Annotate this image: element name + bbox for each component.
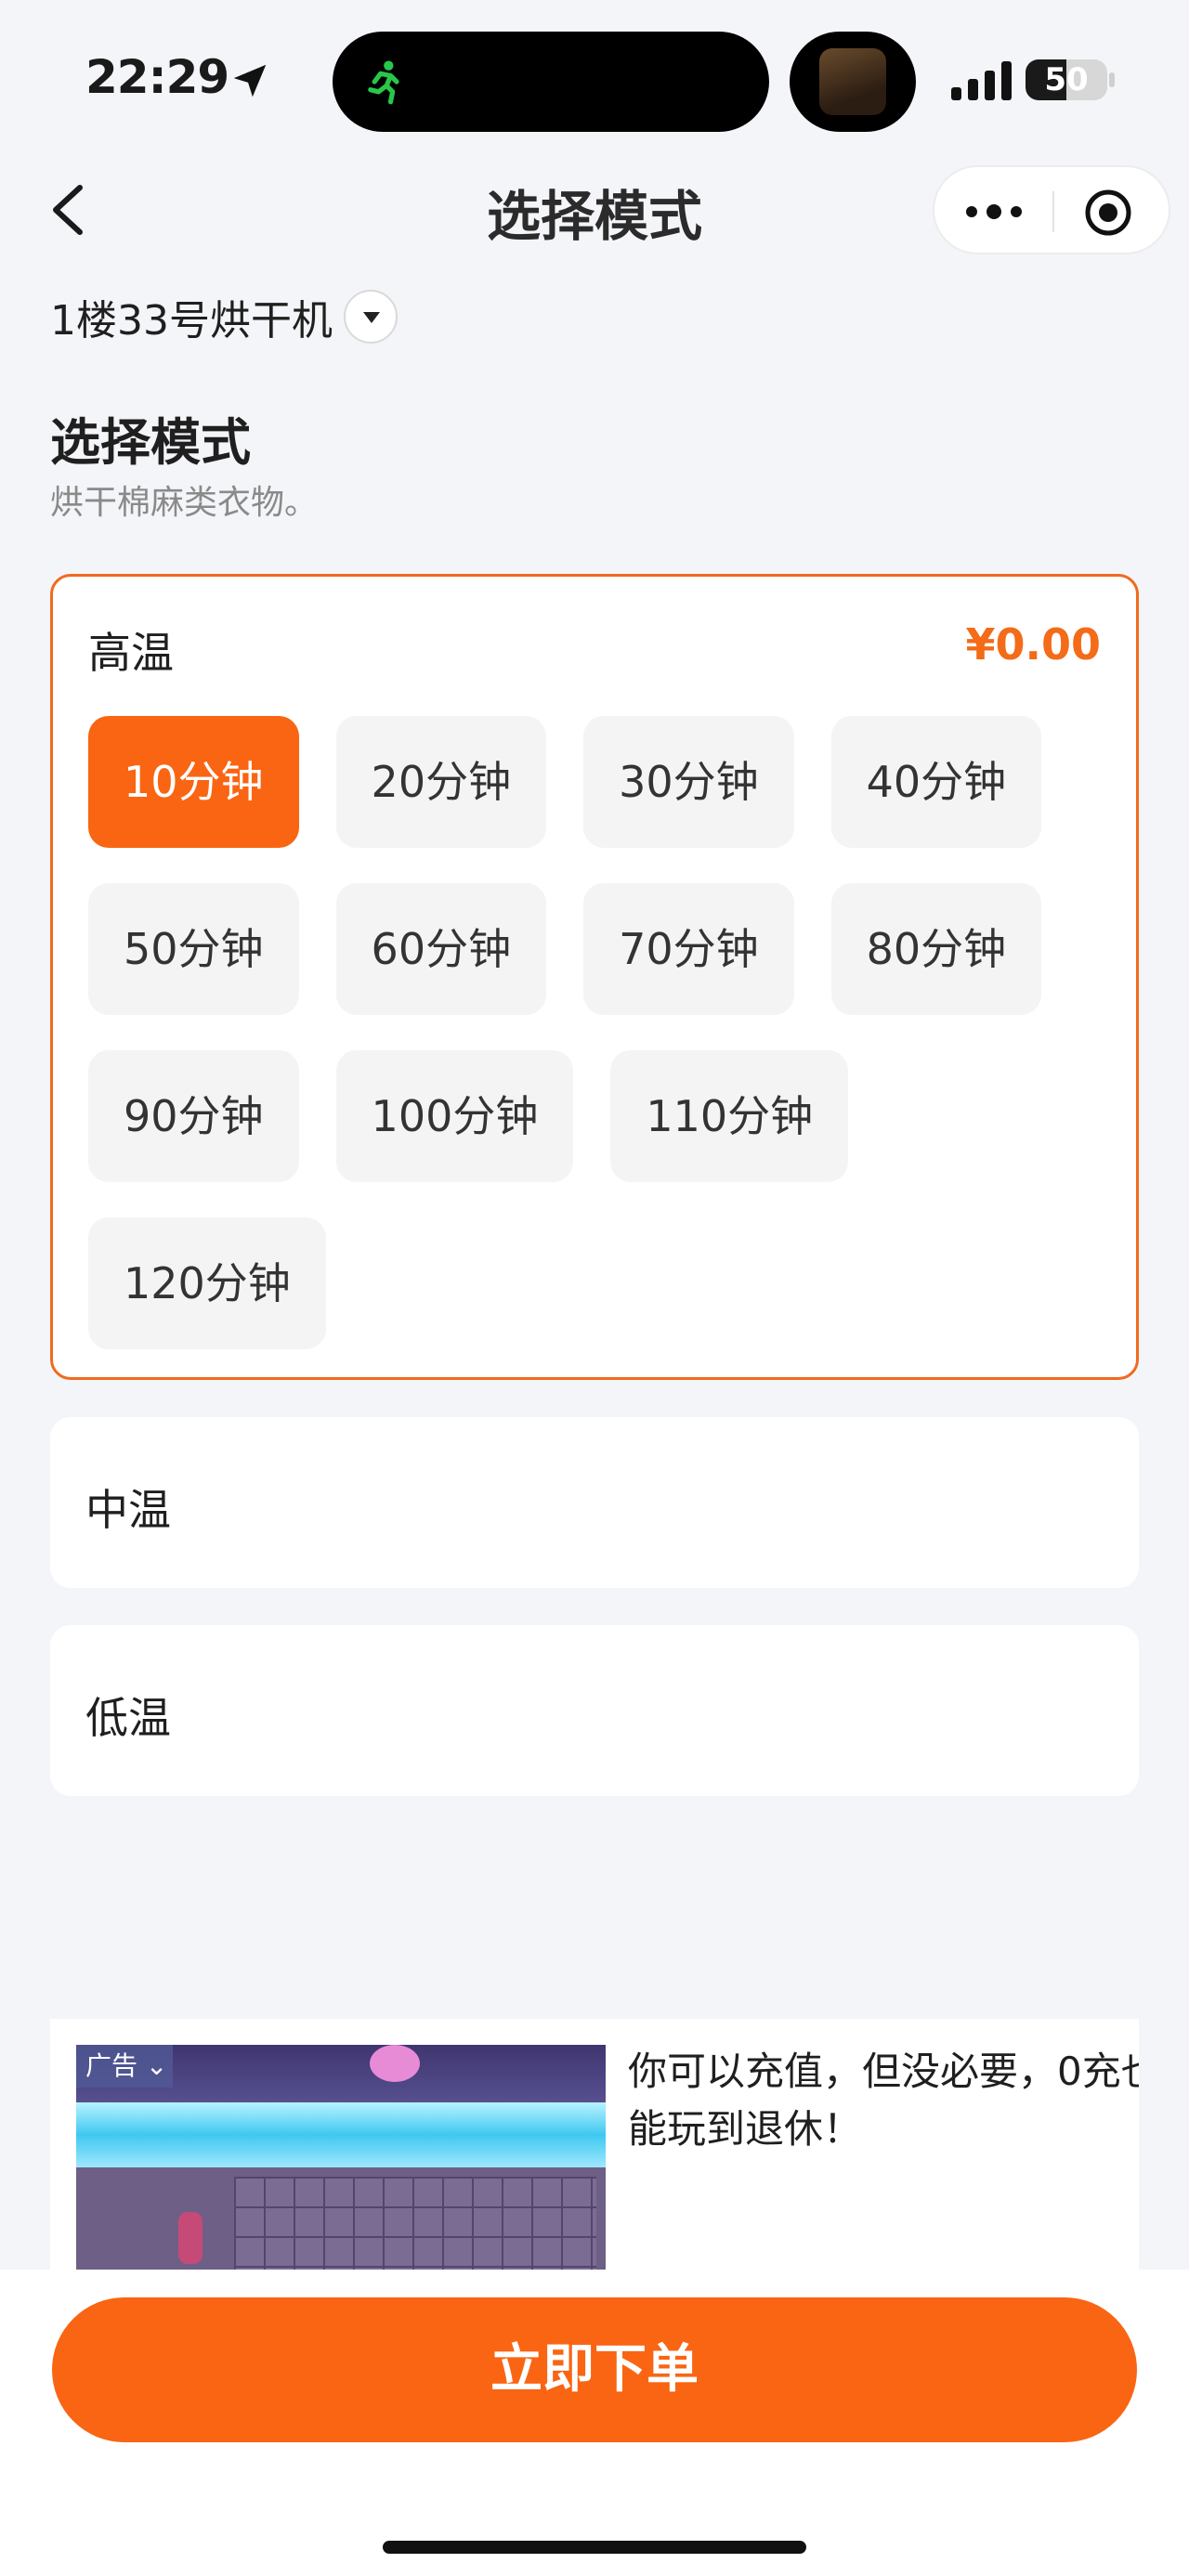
duration-chip[interactable]: 100分钟 [335, 1050, 574, 1182]
page: 22:29 50 选择模式 1楼33号烘干机 选择模式 烘干棉麻类衣物。 高温 … [0, 0, 1189, 2576]
place-order-button[interactable]: 立即下单 [52, 2297, 1137, 2442]
duration-chip[interactable]: 120分钟 [88, 1217, 326, 1349]
more-options-icon[interactable] [962, 191, 1026, 232]
ad-image[interactable]: 广告 ⌄ [76, 2045, 606, 2270]
duration-chip[interactable]: 80分钟 [830, 883, 1042, 1015]
cellular-signal-icon [951, 61, 1012, 100]
dropdown-toggle[interactable] [343, 290, 398, 344]
mode-card-medium[interactable]: 中温 [50, 1417, 1139, 1588]
capsule-divider [1052, 191, 1054, 232]
mode-card-low[interactable]: 低温 [50, 1625, 1139, 1796]
ad-scene-grid [234, 2177, 596, 2270]
dynamic-island [333, 32, 769, 132]
machine-name: 1楼33号烘干机 [50, 297, 333, 345]
ad-badge[interactable]: 广告 ⌄ [76, 2045, 173, 2088]
section-subtitle: 烘干棉麻类衣物。 [50, 484, 319, 522]
ad-scene-water [76, 2102, 606, 2167]
mode-price: ¥0.00 [965, 619, 1101, 670]
now-playing-artwork[interactable] [790, 32, 916, 132]
mode-title-low: 低温 [85, 1693, 171, 1743]
ad-scene-character [178, 2212, 203, 2264]
running-person-icon [368, 60, 399, 105]
battery-level: 50 [1044, 61, 1089, 98]
artwork-thumbnail [819, 48, 886, 115]
duration-chip[interactable]: 50分钟 [88, 883, 299, 1015]
ad-text: 你可以充值，但没必要，0充也能玩到退休！ [628, 2049, 1139, 2152]
section-title: 选择模式 [50, 413, 251, 472]
battery-cap [1109, 72, 1115, 87]
home-indicator[interactable] [383, 2541, 806, 2554]
mode-title-medium: 中温 [85, 1485, 171, 1535]
duration-options: 10分钟 20分钟 30分钟 40分钟 50分钟 60分钟 70分钟 80分钟 90分钟 100分… [88, 716, 1101, 1385]
machine-selector[interactable]: 1楼33号烘干机 [50, 282, 398, 351]
duration-chip[interactable]: 30分钟 [583, 716, 794, 848]
duration-chip[interactable]: 110分钟 [610, 1050, 849, 1182]
caret-down-icon [362, 312, 380, 323]
duration-chip[interactable]: 40分钟 [830, 716, 1042, 848]
duration-chip[interactable]: 70分钟 [583, 883, 794, 1015]
close-target-icon[interactable] [1083, 188, 1133, 238]
ad-badge-label: 广告 [85, 2050, 138, 2081]
bottom-panel: 立即下单 [0, 2270, 1189, 2576]
mini-program-capsule [933, 165, 1170, 254]
location-arrow-icon [233, 64, 267, 98]
chevron-down-icon: ⌄ [145, 2050, 168, 2081]
duration-chip[interactable]: 60分钟 [335, 883, 547, 1015]
status-bar: 22:29 50 [0, 0, 1189, 149]
mode-card-high[interactable]: 高温 ¥0.00 10分钟 20分钟 30分钟 40分钟 50分钟 60分钟 70分钟 80分… [50, 574, 1139, 1380]
duration-chip[interactable]: 10分钟 [88, 716, 299, 848]
ad-banner[interactable]: 广告 ⌄ 你可以充值，但没必要，0充也能玩到退休！ [50, 2019, 1139, 2270]
battery-icon: 50 [1026, 59, 1107, 100]
duration-chip[interactable]: 20分钟 [335, 716, 547, 848]
duration-chip[interactable]: 90分钟 [88, 1050, 299, 1182]
mode-title-high: 高温 [88, 628, 174, 678]
ad-scene-flower [370, 2045, 420, 2082]
status-time: 22:29 [85, 50, 229, 104]
